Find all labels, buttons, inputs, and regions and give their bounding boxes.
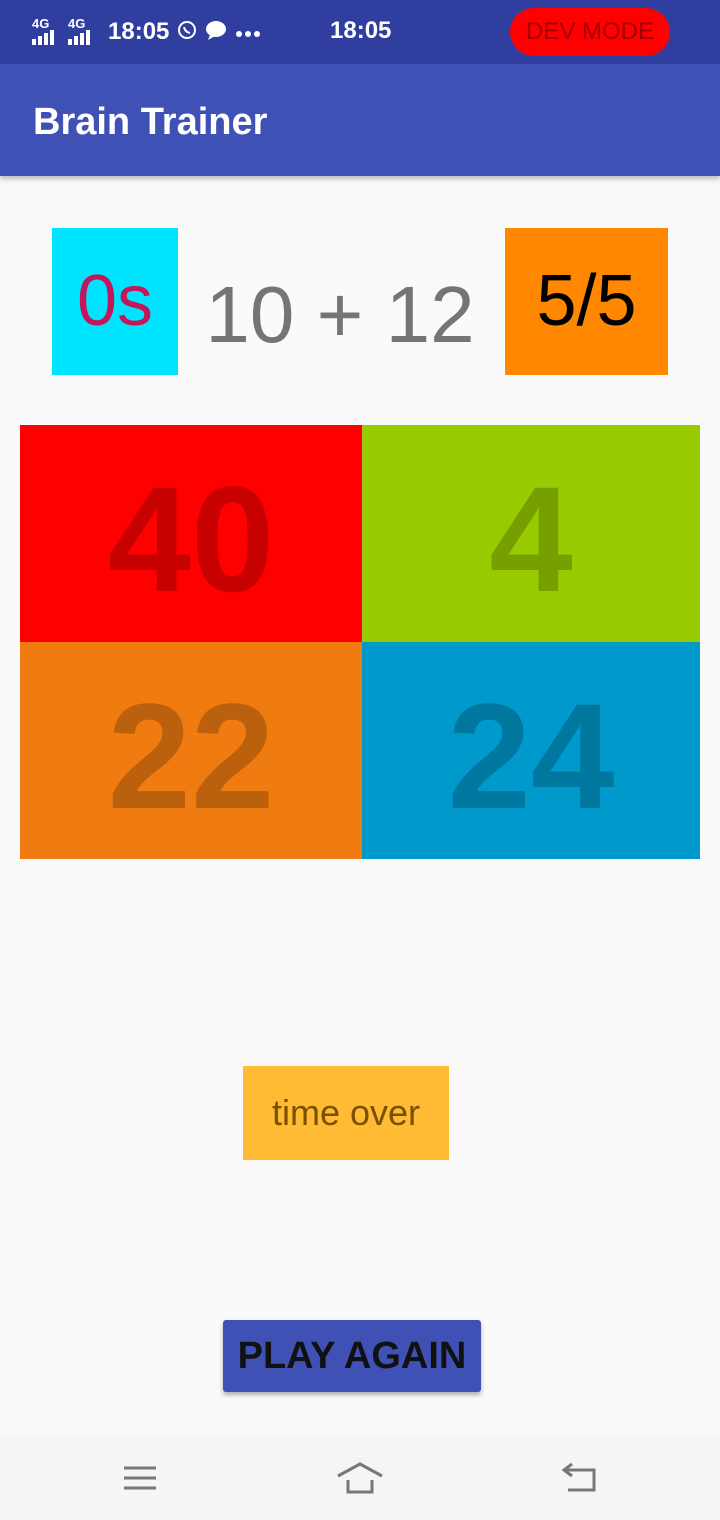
signal-icon: 4G [30, 17, 64, 47]
more-dots-icon [235, 22, 261, 42]
signal-icon: 4G [66, 17, 100, 47]
answer-label: 22 [107, 672, 275, 840]
navigation-bar [0, 1436, 720, 1520]
problem-text: 10 + 12 [205, 270, 475, 359]
network-type-label: 4G [68, 16, 86, 31]
status-clock: 18:05 [330, 17, 392, 44]
home-icon[interactable] [336, 1456, 384, 1500]
answer-label: 40 [107, 455, 275, 623]
status-time: 18:05 [108, 18, 170, 45]
play-again-button[interactable]: PLAY AGAIN [223, 1320, 481, 1392]
result-message: time over [243, 1066, 449, 1160]
chat-bubble-icon [205, 20, 227, 44]
answer-label: 4 [489, 455, 573, 623]
status-bar: 4G 4G 18:05 18:05 DEV MODE [0, 0, 720, 64]
app-bar: Brain Trainer [0, 64, 720, 176]
app-title: Brain Trainer [33, 101, 268, 143]
answer-button-2[interactable]: 4 [362, 425, 700, 642]
answer-button-3[interactable]: 22 [20, 642, 362, 859]
score-display: 5/5 [505, 228, 668, 375]
answer-button-4[interactable]: 24 [362, 642, 700, 859]
answer-button-1[interactable]: 40 [20, 425, 362, 642]
network-type-label: 4G [32, 16, 50, 31]
timer-display: 0s [52, 228, 178, 375]
screen: 4G 4G 18:05 18:05 DEV MODE Brain Trainer… [0, 0, 720, 1520]
status-left: 4G 4G 18:05 [30, 14, 261, 50]
menu-icon[interactable] [116, 1456, 164, 1500]
answer-label: 24 [447, 672, 615, 840]
back-icon[interactable] [556, 1456, 604, 1500]
whatsapp-icon [177, 20, 197, 44]
dev-mode-badge: DEV MODE [510, 8, 670, 56]
